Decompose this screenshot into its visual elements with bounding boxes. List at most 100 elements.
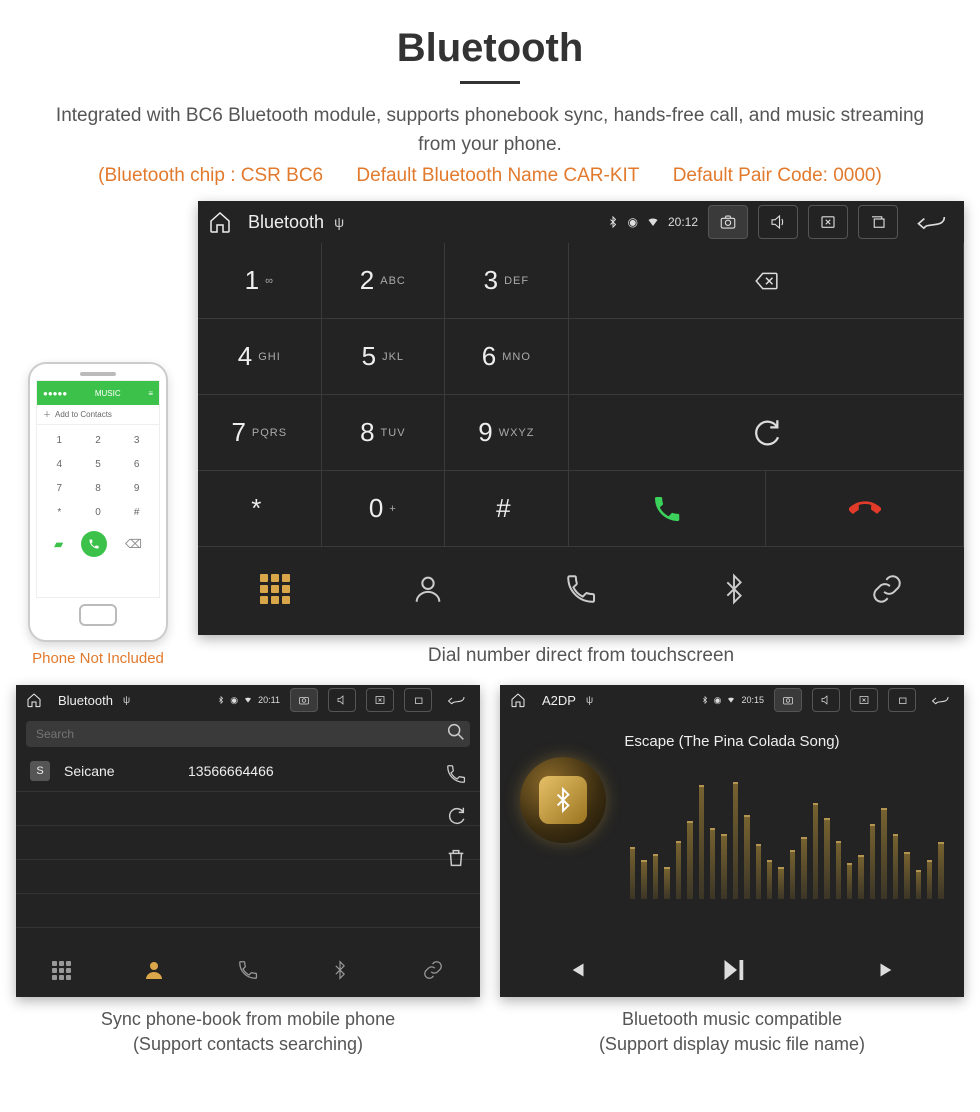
close-app-button[interactable] [808, 205, 848, 239]
dial-key-7[interactable]: 7PQRS [198, 395, 322, 471]
phone-key: 9 [118, 477, 155, 499]
back-button[interactable] [442, 688, 470, 712]
eq-bar [938, 842, 943, 899]
contacts-icon [411, 572, 445, 606]
back-button[interactable] [926, 688, 954, 712]
phone-caption: Phone Not Included [16, 650, 180, 667]
sync-contact-icon[interactable] [445, 805, 467, 827]
statusbar-time: 20:12 [668, 215, 698, 229]
eq-bar [916, 870, 921, 899]
dial-key-6[interactable]: 6MNO [445, 319, 569, 395]
link-icon [421, 959, 445, 981]
phone-sms-icon: ▰ [54, 537, 63, 551]
search-input[interactable] [26, 721, 470, 747]
phone-key: 1 [41, 429, 78, 451]
eq-bar [824, 818, 829, 899]
tab-dialpad[interactable] [52, 961, 71, 980]
next-track-button[interactable] [874, 957, 900, 983]
close-app-button[interactable] [366, 688, 394, 712]
home-icon[interactable] [26, 692, 42, 708]
tab-contacts[interactable] [142, 958, 166, 982]
search-action-icon[interactable] [445, 721, 467, 743]
dial-key-5[interactable]: 5JKL [322, 319, 446, 395]
phone-key: 7 [41, 477, 78, 499]
screenshot-button[interactable] [290, 688, 318, 712]
delete-contact-icon[interactable] [445, 847, 467, 869]
dial-key-0[interactable]: 0+ [322, 471, 446, 547]
tab-call-history[interactable] [549, 557, 613, 621]
eq-bar [721, 834, 726, 899]
call-button[interactable] [569, 471, 767, 547]
phonebook-caption-2: (Support contacts searching) [16, 1032, 480, 1057]
eq-bar [778, 867, 783, 900]
dial-key-4[interactable]: 4GHI [198, 319, 322, 395]
dial-contact-icon[interactable] [445, 763, 467, 785]
eq-bar [904, 852, 909, 899]
dialpad-icon [260, 574, 290, 604]
recent-apps-button[interactable] [858, 205, 898, 239]
sync-icon [749, 416, 783, 450]
tab-dialpad[interactable] [243, 557, 307, 621]
eq-bar [710, 828, 715, 900]
close-app-button[interactable] [850, 688, 878, 712]
eq-bar [756, 844, 761, 899]
tab-bluetooth[interactable] [702, 557, 766, 621]
phone-screen-header: ●●●●●MUSIC≡ [37, 381, 159, 405]
play-pause-button[interactable] [717, 955, 747, 985]
phone-add-contacts: ＋Add to Contacts [37, 405, 159, 425]
back-button[interactable] [908, 205, 954, 239]
location-status-icon: ◉ [230, 695, 238, 706]
tab-pairing[interactable] [855, 557, 919, 621]
volume-button[interactable] [328, 688, 356, 712]
location-status-icon: ◉ [627, 215, 637, 229]
phone-icon [651, 493, 683, 525]
tab-pairing[interactable] [421, 959, 445, 981]
sync-button[interactable] [569, 395, 964, 471]
bluetooth-status-icon [607, 215, 619, 229]
screenshot-button[interactable] [774, 688, 802, 712]
dial-key-2[interactable]: 2ABC [322, 243, 446, 319]
eq-bar [664, 867, 669, 900]
equalizer [630, 769, 944, 899]
statusbar-title: A2DP [542, 693, 576, 708]
home-icon[interactable] [510, 692, 526, 708]
screenshot-button[interactable] [708, 205, 748, 239]
eq-bar [641, 860, 646, 899]
volume-button[interactable] [812, 688, 840, 712]
dial-key-8[interactable]: 8TUV [322, 395, 446, 471]
eq-bar [893, 834, 898, 899]
wifi-status-icon [646, 216, 660, 228]
backspace-button[interactable] [569, 243, 964, 319]
statusbar: Bluetooth ψ ◉ 20:11 [16, 685, 480, 715]
eq-bar [927, 860, 932, 899]
tab-call-history[interactable] [237, 959, 259, 981]
contact-badge: S [30, 761, 50, 781]
eq-bar [836, 841, 841, 900]
phone-key: 6 [118, 453, 155, 475]
wifi-status-icon [726, 696, 736, 704]
recent-apps-button[interactable] [888, 688, 916, 712]
dial-key-*[interactable]: * [198, 471, 322, 547]
contact-row[interactable]: S Seicane 13566664466 [16, 753, 480, 792]
wifi-status-icon [243, 696, 253, 704]
bluetooth-icon [330, 959, 350, 981]
tab-bluetooth[interactable] [330, 959, 350, 981]
music-panel: A2DP ψ ◉ 20:15 Escape (The Pina Colada S… [500, 685, 964, 997]
phone-key: # [118, 501, 155, 523]
phone-call-button [81, 531, 107, 557]
phone-key: 0 [80, 501, 117, 523]
track-title: Escape (The Pina Colada Song) [514, 733, 950, 750]
volume-button[interactable] [758, 205, 798, 239]
eq-bar [744, 815, 749, 900]
recent-apps-button[interactable] [404, 688, 432, 712]
dial-key-9[interactable]: 9WXYZ [445, 395, 569, 471]
prev-track-button[interactable] [564, 957, 590, 983]
dial-key-3[interactable]: 3DEF [445, 243, 569, 319]
bluetooth-icon [718, 572, 750, 606]
dial-key-#[interactable]: # [445, 471, 569, 547]
location-status-icon: ◉ [714, 695, 722, 706]
home-icon[interactable] [208, 210, 232, 234]
hangup-button[interactable] [766, 471, 964, 547]
tab-contacts[interactable] [396, 557, 460, 621]
dial-key-1[interactable]: 1∞ [198, 243, 322, 319]
